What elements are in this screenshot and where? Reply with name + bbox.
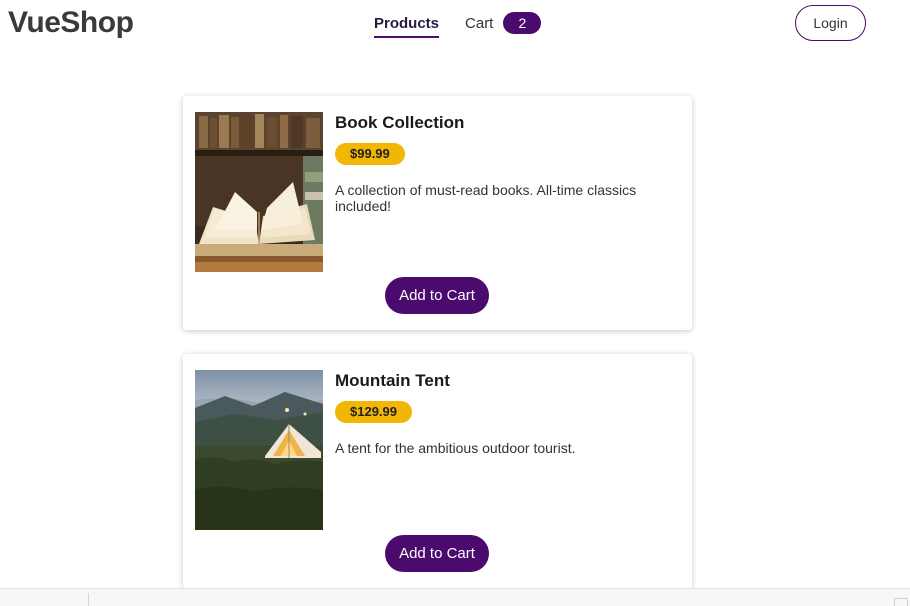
product-title: Mountain Tent (335, 371, 450, 390)
bottom-status-bar (0, 588, 910, 606)
cart-count-badge: 2 (503, 12, 542, 34)
price-badge: $99.99 (335, 143, 405, 165)
product-image-tent (195, 370, 323, 530)
status-bar-divider (88, 593, 89, 606)
status-bar-corner-control[interactable] (894, 598, 908, 606)
add-to-cart-button[interactable]: Add to Cart (385, 535, 489, 572)
brand-logo[interactable]: VueShop (8, 6, 134, 40)
add-to-cart-button[interactable]: Add to Cart (385, 277, 489, 314)
product-description: A collection of must-read books. All-tim… (335, 182, 637, 214)
top-navbar: VueShop Products Cart 2 Login (0, 0, 910, 60)
product-image-books (195, 112, 323, 272)
nav-products-link[interactable]: Products (374, 15, 440, 38)
product-title: Book Collection (335, 113, 465, 132)
product-card: Book Collection $99.99 A collection of m… (183, 96, 692, 330)
product-card: Mountain Tent $129.99 A tent for the amb… (183, 354, 692, 588)
login-button[interactable]: Login (795, 5, 866, 41)
nav-cart-label: Cart (465, 14, 494, 32)
nav-cart-link[interactable]: Cart 2 (465, 12, 542, 40)
product-description: A tent for the ambitious outdoor tourist… (335, 440, 576, 456)
main-nav: Products Cart 2 (374, 12, 542, 40)
price-badge: $129.99 (335, 401, 412, 423)
